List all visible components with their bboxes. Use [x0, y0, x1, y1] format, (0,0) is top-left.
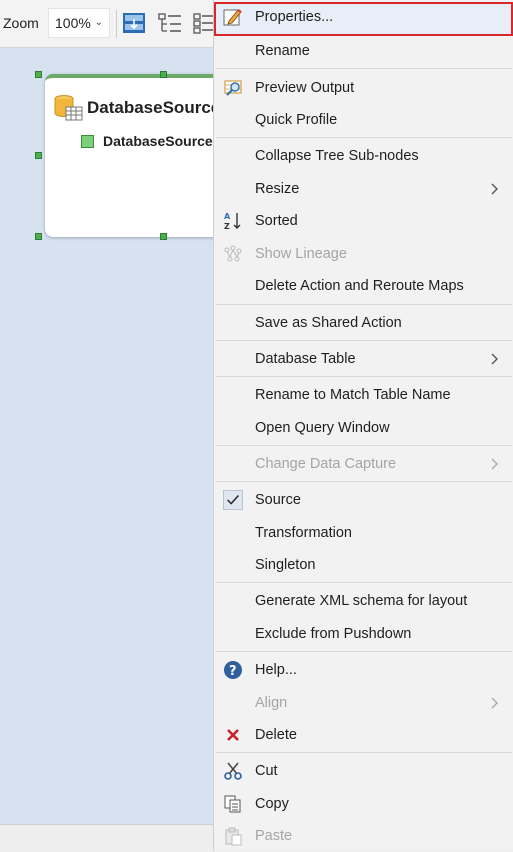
menu-label-help: Help...	[255, 662, 297, 678]
tree-layout-button[interactable]	[158, 11, 182, 35]
menu-item-delete[interactable]: Delete	[214, 720, 513, 750]
resize-handle-mid-left[interactable]	[35, 152, 42, 159]
menu-item-rename[interactable]: Rename	[214, 36, 513, 66]
menu-item-copy[interactable]: Copy	[214, 789, 513, 819]
chevron-right-icon	[491, 353, 498, 365]
menu-item-preview-output[interactable]: Preview Output	[214, 73, 513, 103]
list-layout-button[interactable]	[193, 11, 213, 35]
menu-item-quick-profile[interactable]: Quick Profile	[214, 105, 513, 135]
database-table-icon	[54, 95, 83, 121]
menu-separator	[216, 752, 512, 753]
menu-label-paste: Paste	[255, 828, 293, 844]
menu-label-collapse-tree: Collapse Tree Sub-nodes	[255, 148, 419, 164]
menu-label-exclude-pushdown: Exclude from Pushdown	[255, 626, 412, 642]
zoom-select[interactable]: 100% ⌄	[48, 8, 110, 38]
menu-separator	[216, 651, 512, 652]
menu-label-change-capture: Change Data Capture	[255, 456, 397, 472]
zoom-value: 100%	[55, 15, 91, 31]
menu-label-singleton: Singleton	[255, 557, 316, 573]
menu-separator	[216, 340, 512, 341]
chevron-right-icon	[491, 697, 498, 709]
resize-handle-bottom-mid[interactable]	[160, 233, 167, 240]
layout-vertical-button[interactable]	[122, 11, 146, 35]
menu-item-transformation[interactable]: Transformation	[214, 518, 513, 548]
checkmark-icon	[223, 490, 243, 510]
menu-label-quick-profile: Quick Profile	[255, 112, 338, 128]
menu-separator	[216, 304, 512, 305]
chevron-right-icon	[491, 183, 498, 195]
menu-item-generate-xml[interactable]: Generate XML schema for layout	[214, 586, 513, 616]
menu-item-resize[interactable]: Resize	[214, 174, 513, 204]
context-menu: Properties... Rename Preview Output Quic…	[213, 0, 513, 851]
menu-separator	[216, 582, 512, 583]
menu-item-delete-action[interactable]: Delete Action and Reroute Maps	[214, 271, 513, 301]
magnifier-table-icon	[224, 80, 242, 96]
menu-item-sorted[interactable]: A Z Sorted	[214, 206, 513, 236]
copy-icon	[224, 795, 241, 813]
menu-item-database-table[interactable]: Database Table	[214, 344, 513, 374]
menu-label-copy: Copy	[255, 796, 289, 812]
help-circle-icon: ?	[224, 661, 242, 679]
scissors-icon	[224, 762, 242, 780]
menu-separator	[216, 481, 512, 482]
menu-item-singleton[interactable]: Singleton	[214, 550, 513, 580]
tree-layout-icon	[158, 13, 181, 32]
layout-vertical-icon	[123, 13, 145, 33]
menu-item-open-query[interactable]: Open Query Window	[214, 413, 513, 443]
toolbar-separator	[116, 10, 117, 38]
svg-text:?: ?	[229, 664, 237, 679]
menu-label-delete-action: Delete Action and Reroute Maps	[255, 278, 464, 294]
menu-separator	[216, 137, 512, 138]
menu-separator	[216, 68, 512, 69]
svg-text:A: A	[224, 212, 231, 221]
menu-label-rename: Rename	[255, 43, 310, 59]
menu-label-source: Source	[255, 492, 301, 508]
menu-item-show-lineage[interactable]: Show Lineage	[214, 239, 513, 269]
menu-item-source[interactable]: Source	[214, 485, 513, 515]
menu-label-align: Align	[255, 695, 288, 711]
menu-item-help[interactable]: ? Help...	[214, 655, 513, 685]
list-layout-icon	[193, 13, 213, 34]
pencil-edit-icon	[223, 9, 242, 26]
paste-icon	[225, 827, 242, 846]
chevron-down-icon: ⌄	[94, 17, 103, 28]
lineage-icon	[224, 245, 242, 262]
resize-handle-bottom-left[interactable]	[35, 233, 42, 240]
node-title: DatabaseSource	[87, 98, 221, 117]
menu-separator	[216, 445, 512, 446]
menu-item-change-capture[interactable]: Change Data Capture	[214, 449, 513, 479]
chevron-right-icon	[491, 458, 498, 470]
menu-label-cut: Cut	[255, 763, 278, 779]
menu-label-delete: Delete	[255, 727, 297, 743]
menu-label-open-query: Open Query Window	[255, 420, 390, 436]
menu-label-resize: Resize	[255, 181, 300, 197]
menu-item-rename-match[interactable]: Rename to Match Table Name	[214, 380, 513, 410]
svg-text:Z: Z	[224, 222, 230, 231]
menu-item-exclude-pushdown[interactable]: Exclude from Pushdown	[214, 619, 513, 649]
menu-item-paste[interactable]: Paste	[214, 821, 513, 851]
resize-handle-top-mid[interactable]	[160, 71, 167, 78]
zoom-label: Zoom	[3, 15, 39, 31]
menu-item-align[interactable]: Align	[214, 688, 513, 718]
red-x-icon	[227, 729, 239, 741]
menu-label-rename-match: Rename to Match Table Name	[255, 387, 451, 403]
menu-item-cut[interactable]: Cut	[214, 756, 513, 786]
menu-label-sorted: Sorted	[255, 213, 298, 229]
source-green-square-icon	[81, 135, 94, 148]
menu-separator	[216, 376, 512, 377]
resize-handle-top-left[interactable]	[35, 71, 42, 78]
menu-label-save-shared: Save as Shared Action	[255, 315, 402, 331]
node-child-label: DatabaseSource	[103, 133, 213, 149]
menu-label-properties: Properties...	[255, 9, 334, 25]
menu-label-transformation: Transformation	[255, 525, 352, 541]
menu-item-save-shared[interactable]: Save as Shared Action	[214, 308, 513, 338]
menu-item-properties[interactable]: Properties...	[214, 2, 513, 36]
menu-item-collapse-tree[interactable]: Collapse Tree Sub-nodes	[214, 141, 513, 171]
menu-label-database-table: Database Table	[255, 351, 356, 367]
menu-label-preview-output: Preview Output	[255, 80, 355, 96]
menu-label-show-lineage: Show Lineage	[255, 246, 347, 262]
menu-label-generate-xml: Generate XML schema for layout	[255, 593, 468, 609]
sort-az-icon: A Z	[224, 212, 241, 231]
